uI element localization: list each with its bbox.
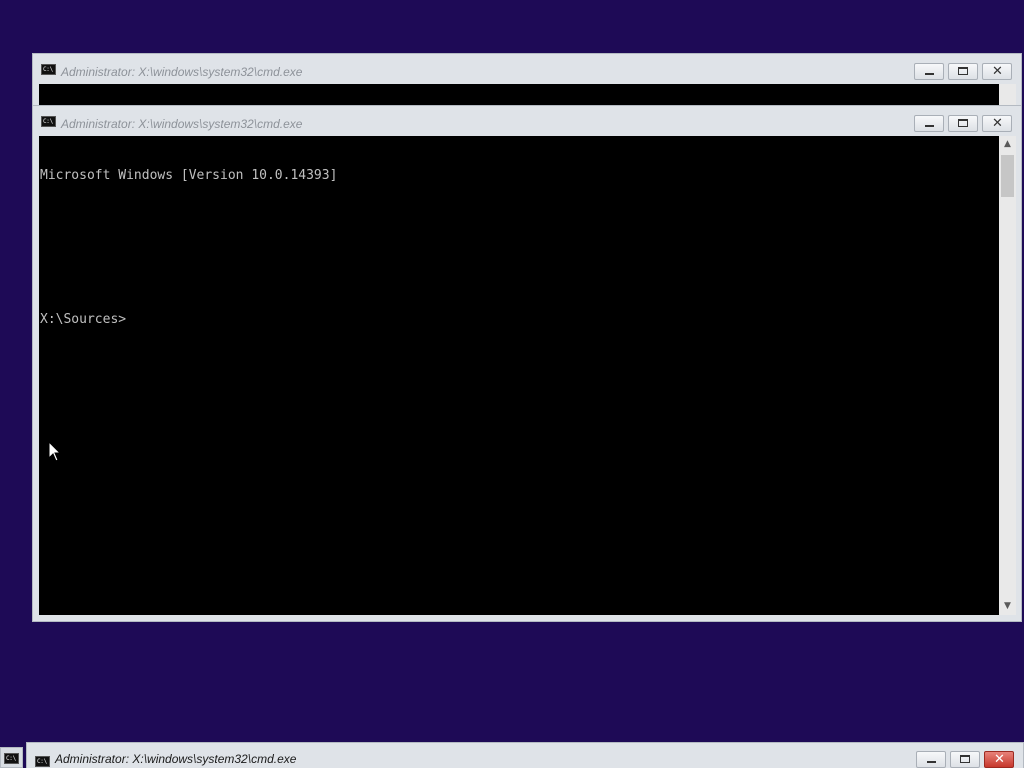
maximize-button[interactable] [950, 751, 980, 768]
minimize-icon [927, 761, 936, 763]
scroll-up-button[interactable]: ▲ [999, 136, 1016, 153]
console-output[interactable]: Microsoft Windows [Version 10.0.14393] X… [39, 136, 999, 615]
window-title: Administrator: X:\windows\system32\cmd.e… [55, 752, 297, 766]
minimize-icon [925, 73, 934, 75]
console-icon [41, 116, 56, 127]
title-bar[interactable]: Administrator: X:\windows\system32\cmd.e… [33, 54, 1021, 84]
console-output[interactable]: : : : . [39, 84, 999, 106]
console-window-back[interactable]: Administrator: X:\windows\system32\cmd.e… [32, 53, 1022, 113]
maximize-icon [960, 755, 970, 763]
close-button[interactable]: ✕ [982, 63, 1012, 80]
console-window-bottom[interactable]: Administrator: X:\windows\system32\cmd.e… [0, 742, 1024, 768]
console-window-front[interactable]: Administrator: X:\windows\system32\cmd.e… [32, 105, 1022, 622]
maximize-icon [958, 119, 968, 127]
maximize-icon [958, 67, 968, 75]
up-arrow-icon: ▲ [1004, 139, 1011, 149]
maximize-button[interactable] [948, 63, 978, 80]
minimize-button[interactable] [914, 63, 944, 80]
command-prompt[interactable]: X:\Sources> [39, 312, 999, 328]
maximize-button[interactable] [948, 115, 978, 132]
console-icon [35, 756, 50, 767]
console-line-version: Microsoft Windows [Version 10.0.14393] [40, 168, 338, 183]
close-icon: ✕ [992, 116, 1003, 131]
close-button[interactable]: ✕ [984, 751, 1014, 768]
window-title: Administrator: X:\windows\system32\cmd.e… [61, 117, 303, 131]
down-arrow-icon: ▼ [1004, 601, 1011, 611]
close-icon: ✕ [992, 64, 1003, 79]
console-icon [41, 64, 56, 75]
close-button[interactable]: ✕ [982, 115, 1012, 132]
minimize-icon [925, 125, 934, 127]
vertical-scrollbar[interactable] [999, 84, 1016, 106]
window-title: Administrator: X:\windows\system32\cmd.e… [61, 65, 303, 79]
vertical-scrollbar[interactable]: ▲ ▼ [999, 136, 1016, 615]
console-line-blank [39, 216, 999, 232]
minimize-button[interactable] [916, 751, 946, 768]
minimize-button[interactable] [914, 115, 944, 132]
close-icon: ✕ [994, 752, 1005, 767]
scroll-down-button[interactable]: ▼ [999, 598, 1016, 615]
console-line-blank [39, 264, 999, 280]
title-bar[interactable]: Administrator: X:\windows\system32\cmd.e… [26, 742, 1024, 768]
scrollbar-thumb[interactable] [1001, 155, 1014, 197]
title-bar[interactable]: Administrator: X:\windows\system32\cmd.e… [33, 106, 1021, 136]
mouse-pointer-icon [48, 441, 62, 462]
taskbar-console-button[interactable] [0, 747, 23, 768]
desktop: Administrator: X:\windows\system32\cmd.e… [0, 0, 1024, 768]
console-icon [4, 753, 19, 764]
